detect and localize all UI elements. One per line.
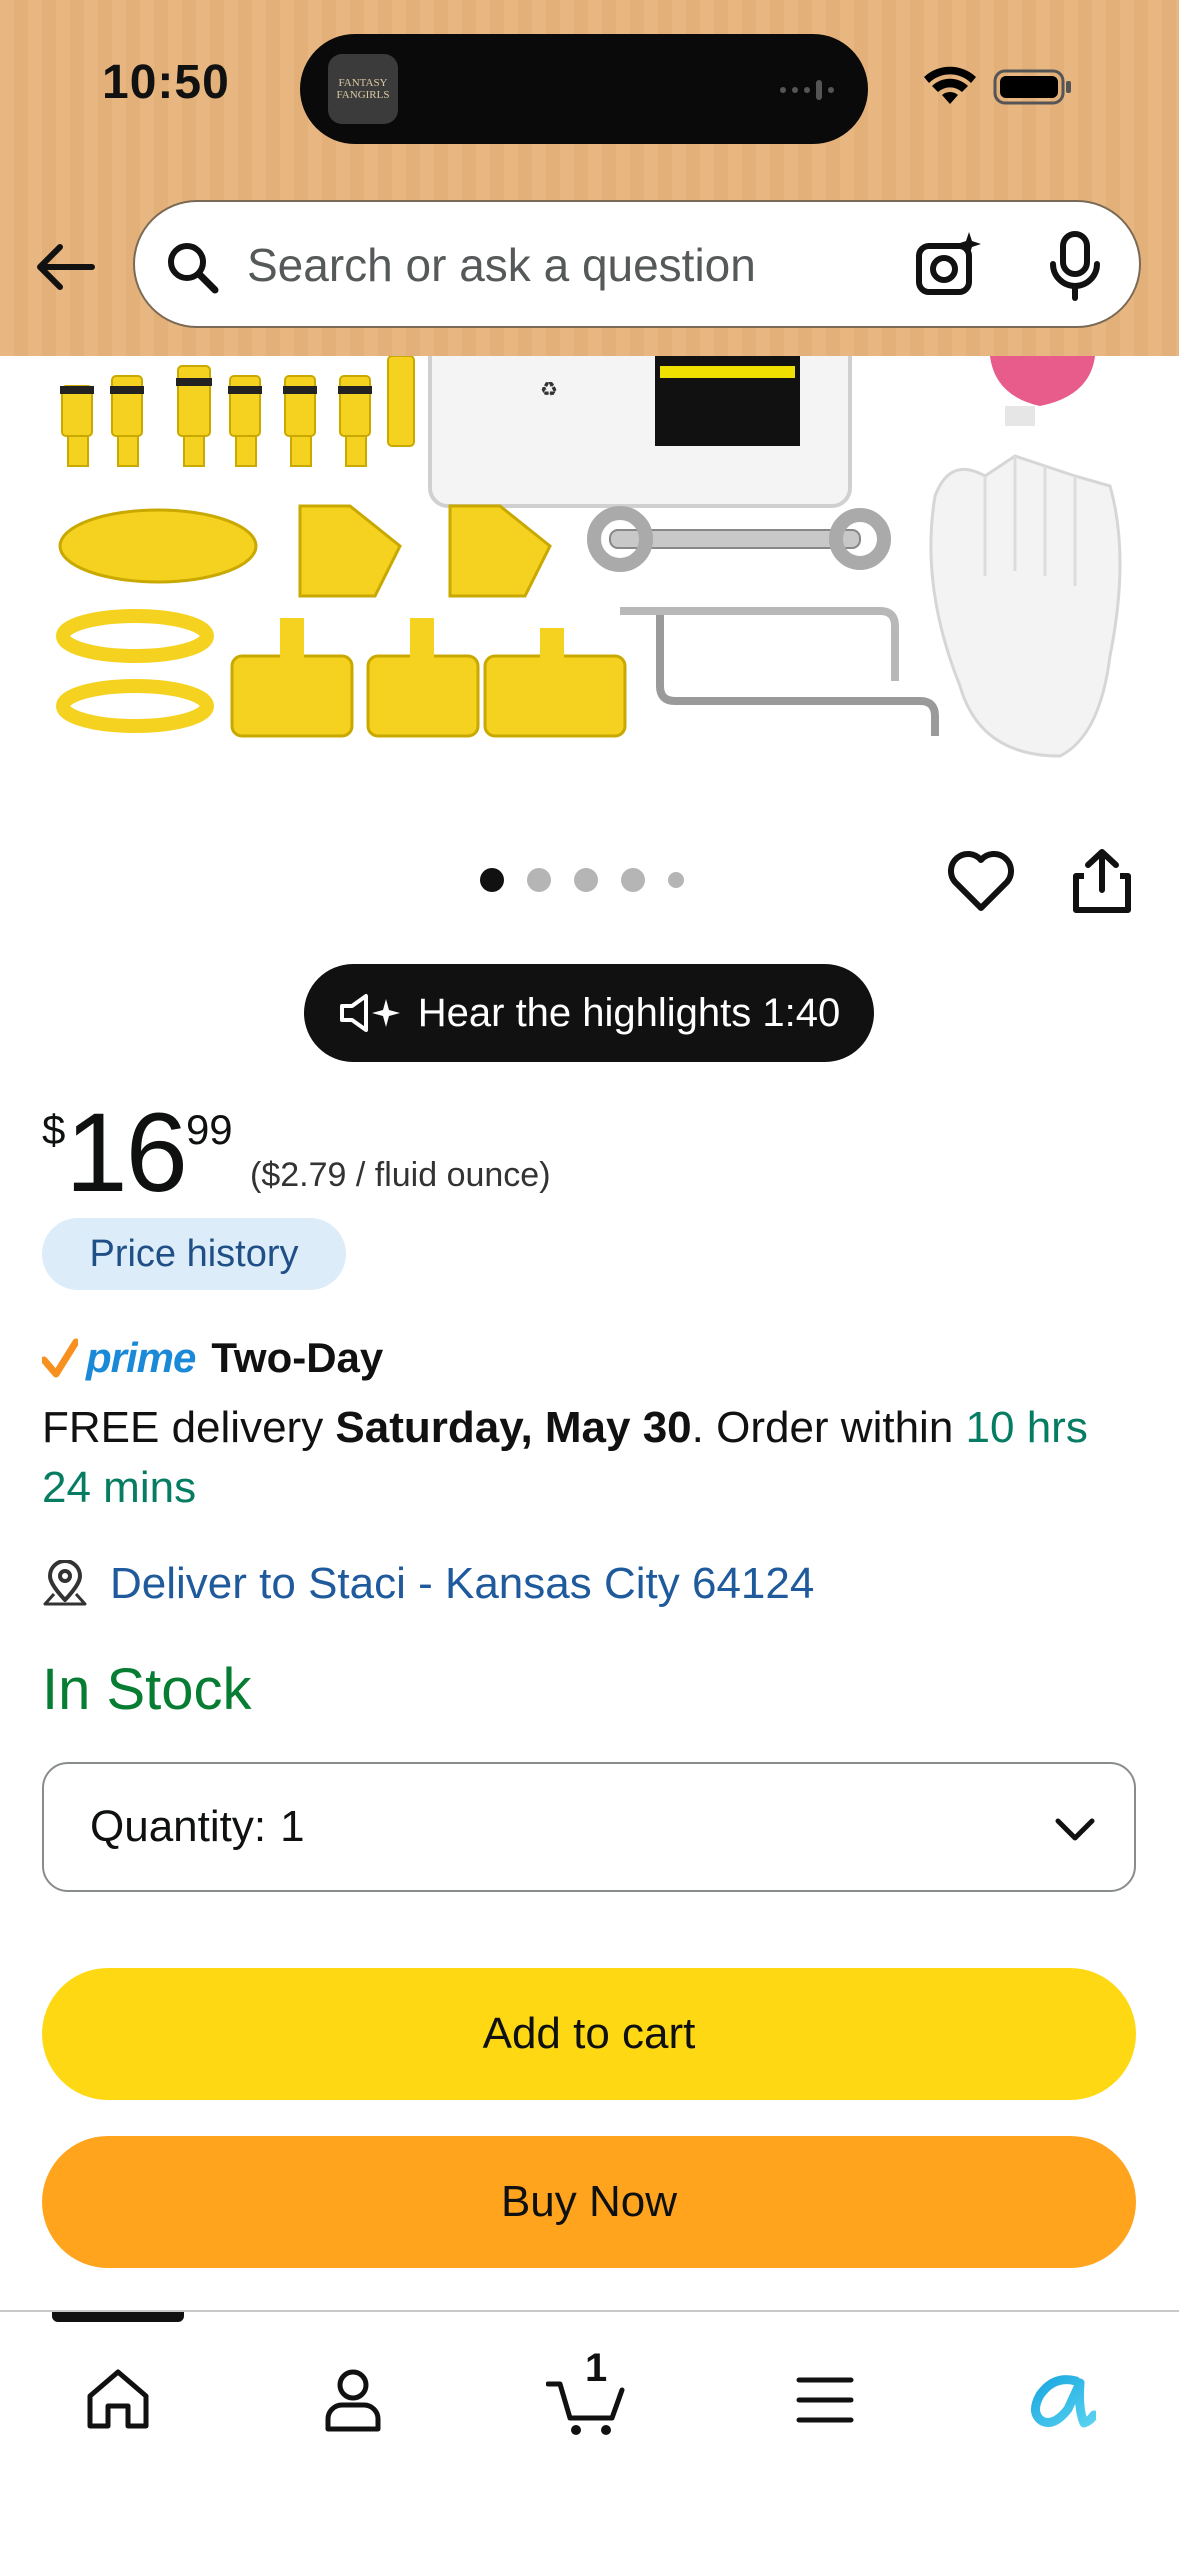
carousel-dot[interactable]: [574, 868, 598, 892]
search-input[interactable]: [247, 232, 867, 298]
speaker-sparkle-icon: [339, 994, 400, 1032]
rufus-ai-icon: [1031, 2375, 1096, 2428]
delivery-info: FREE delivery Saturday, May 30. Order wi…: [42, 1398, 1142, 1518]
nav-cart[interactable]: 1: [538, 2346, 638, 2450]
stock-status: In Stock: [42, 1657, 252, 1722]
person-icon: [325, 2369, 381, 2432]
now-playing-app-logo: FANTASY FANGIRLS: [328, 54, 398, 124]
battery-icon: [993, 69, 1071, 105]
nav-rufus[interactable]: [1010, 2350, 1110, 2450]
back-button[interactable]: [30, 232, 100, 302]
image-carousel-dots[interactable]: [480, 868, 684, 892]
search-icon: [168, 243, 219, 294]
cart-count-badge: 1: [585, 2346, 608, 2390]
add-to-cart-button[interactable]: Add to cart: [42, 1968, 1136, 2100]
home-icon: [87, 2369, 149, 2429]
product-image[interactable]: ♻: [0, 356, 1179, 786]
delivery-middle: . Order within: [691, 1403, 966, 1452]
wifi-icon: [924, 66, 976, 104]
prime-badge: prime Two-Day: [42, 1330, 383, 1386]
dynamic-island[interactable]: FANTASY FANGIRLS: [300, 34, 868, 144]
hear-highlights-button[interactable]: Hear the highlights 1:40: [304, 964, 874, 1062]
price: $ 16 99: [42, 1090, 233, 1215]
nav-home[interactable]: [68, 2350, 168, 2450]
price-symbol: $: [42, 1106, 66, 1153]
quantity-select[interactable]: Quantity: 1: [42, 1762, 1136, 1892]
location-pin-icon: [43, 1560, 87, 1606]
price-history-button[interactable]: Price history: [42, 1218, 346, 1290]
brake-bleed-kit-illustration: ♻: [56, 356, 1122, 758]
delivery-date: Saturday, May 30: [335, 1403, 692, 1452]
chevron-down-icon: [1055, 1818, 1095, 1841]
hear-highlights-label: Hear the highlights 1:40: [417, 990, 841, 1035]
prime-speed: Two-Day: [211, 1334, 384, 1381]
share-icon[interactable]: [1068, 846, 1136, 916]
active-tab-indicator: [52, 2312, 184, 2322]
nav-account[interactable]: [303, 2350, 403, 2450]
buy-now-button[interactable]: Buy Now: [42, 2136, 1136, 2268]
carousel-dot[interactable]: [668, 872, 684, 888]
arrow-left-icon: [37, 244, 95, 290]
bottom-navigation: 1: [0, 2310, 1179, 2556]
nav-menu[interactable]: [775, 2350, 875, 2450]
quantity-value: 1: [280, 1802, 305, 1851]
prime-check-icon: [42, 1338, 78, 1378]
deliver-to-label: Deliver to Staci - Kansas City 64124: [110, 1559, 815, 1608]
search-bar[interactable]: [133, 200, 1141, 328]
deliver-to-link[interactable]: Deliver to Staci - Kansas City 64124: [42, 1554, 814, 1614]
price-fraction: 99: [185, 1106, 233, 1153]
svg-text:♻: ♻: [540, 377, 558, 401]
unit-price: ($2.79 / fluid ounce): [250, 1156, 551, 1194]
delivery-prefix: FREE delivery: [42, 1403, 336, 1452]
camera-lens-icon[interactable]: [913, 230, 985, 302]
status-time: 10:50: [102, 56, 230, 109]
heart-icon[interactable]: [946, 846, 1016, 916]
price-whole: 16: [65, 1090, 188, 1215]
app-header: 10:50 FANTASY FANGIRLS: [0, 0, 1179, 356]
prime-label: prime: [86, 1334, 196, 1381]
quantity-label: Quantity:: [90, 1802, 267, 1851]
carousel-dot[interactable]: [527, 868, 551, 892]
hamburger-menu-icon: [796, 2377, 854, 2423]
audio-waveform-icon: [780, 80, 834, 100]
carousel-dot[interactable]: [480, 868, 504, 892]
microphone-icon[interactable]: [1045, 230, 1105, 302]
carousel-dot[interactable]: [621, 868, 645, 892]
